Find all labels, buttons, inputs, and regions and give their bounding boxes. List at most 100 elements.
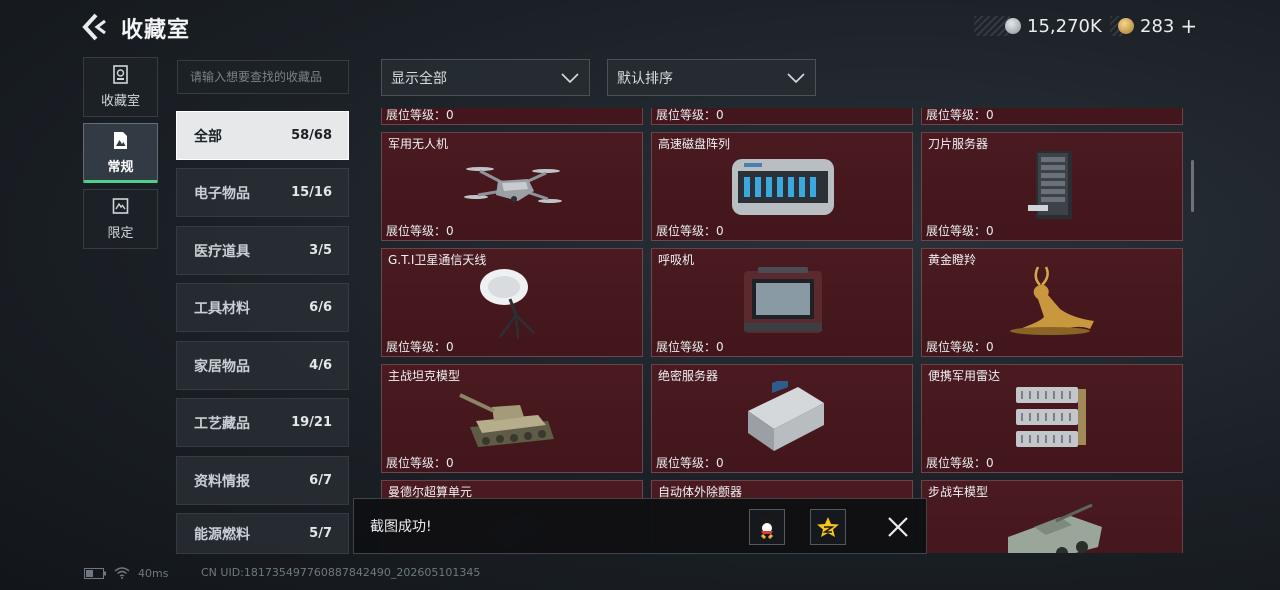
ventilator-icon [744, 267, 822, 333]
collection-grid[interactable]: 展位等级：0 展位等级：0 展位等级：0 军用无人机 展位等级：0 高速磁盘阵列 [380, 108, 1184, 553]
card-level: 展位等级：0 [386, 340, 454, 354]
collection-card[interactable]: 便携军用雷达 展位等级：0 [921, 364, 1183, 473]
collection-card[interactable]: 军用无人机 展位等级：0 [381, 132, 643, 241]
chevron-down-icon [787, 72, 805, 83]
card-name: 刀片服务器 [928, 137, 989, 151]
silver-coin-icon [1005, 18, 1021, 34]
category-count: 6/6 [309, 300, 332, 315]
category-crafts[interactable]: 工艺藏品 19/21 [176, 398, 349, 447]
qq-icon [760, 517, 774, 539]
mode-tab-regular[interactable]: 常规 [83, 123, 158, 183]
collection-card[interactable]: G.T.I卫星通信天线 展位等级：0 [381, 248, 643, 357]
gold-currency[interactable]: 283 + [1118, 14, 1197, 38]
tank-model-icon [459, 393, 554, 447]
category-intel[interactable]: 资料情报 6/7 [176, 456, 349, 505]
card-level: 展位等级：0 [386, 456, 454, 470]
collection-card[interactable]: 刀片服务器 展位等级：0 [921, 132, 1183, 241]
display-filter-value: 显示全部 [391, 70, 447, 87]
category-count: 3/5 [309, 243, 332, 258]
card-level: 展位等级：0 [386, 224, 454, 238]
collection-icon [113, 65, 128, 84]
collection-card[interactable]: 展位等级：0 [381, 108, 643, 125]
collection-card[interactable]: 高速磁盘阵列 展位等级：0 [651, 132, 913, 241]
silver-currency-value: 15,270K [1027, 15, 1102, 37]
disk-array-icon [732, 159, 834, 215]
card-name: 便携军用雷达 [928, 369, 1001, 383]
regular-icon [114, 132, 127, 149]
gold-gazelle-icon [1010, 266, 1094, 335]
silver-currency: 15,270K [1005, 15, 1102, 37]
category-household[interactable]: 家居物品 4/6 [176, 341, 349, 390]
category-label: 资料情报 [194, 473, 250, 490]
mode-tab-label: 收藏室 [100, 94, 140, 109]
portable-radar-icon [1016, 387, 1086, 447]
category-all[interactable]: 全部 58/68 [176, 111, 349, 160]
card-level: 展位等级：0 [926, 224, 994, 238]
card-name: 高速磁盘阵列 [658, 137, 731, 151]
category-count: 6/7 [309, 473, 332, 488]
search-input[interactable] [177, 60, 349, 94]
mode-tab-label: 限定 [107, 226, 134, 241]
card-level: 展位等级：0 [656, 108, 724, 122]
mode-tab-collection[interactable]: 收藏室 [83, 57, 158, 117]
satellite-antenna-icon [480, 269, 535, 339]
card-level: 展位等级：0 [926, 340, 994, 354]
card-level: 展位等级：0 [656, 340, 724, 354]
category-label: 能源燃料 [194, 526, 250, 543]
collection-card[interactable]: 主战坦克模型 展位等级：0 [381, 364, 643, 473]
card-name: 呼吸机 [658, 253, 695, 267]
card-name: 主战坦克模型 [388, 369, 461, 383]
category-label: 工具材料 [194, 300, 250, 317]
collection-card[interactable]: 步战车模型 展位等级： [921, 480, 1183, 553]
card-level: 展位等级：0 [656, 224, 724, 238]
sort-dropdown[interactable]: 默认排序 [607, 59, 816, 96]
mode-tab-limited[interactable]: 限定 [83, 189, 158, 249]
wifi-icon [114, 567, 130, 579]
category-count: 19/21 [291, 415, 332, 430]
battery-icon [84, 567, 106, 579]
collection-card[interactable]: 黄金瞪羚 展位等级：0 [921, 248, 1183, 357]
back-arrow-icon[interactable] [82, 12, 110, 42]
card-level: 展位等级：0 [386, 108, 454, 122]
ping-value: 40ms [138, 566, 169, 580]
category-count: 4/6 [309, 358, 332, 373]
card-level: 展位等级：0 [926, 108, 994, 122]
card-name: 军用无人机 [388, 137, 449, 151]
add-currency-button[interactable]: + [1180, 14, 1197, 38]
display-filter-dropdown[interactable]: 显示全部 [381, 59, 590, 96]
grid-scrollbar[interactable] [1191, 160, 1194, 212]
collection-card[interactable]: 绝密服务器 展位等级：0 [651, 364, 913, 473]
share-qq-button[interactable] [749, 509, 785, 545]
category-label: 医疗道具 [194, 243, 250, 260]
collection-card[interactable]: 呼吸机 展位等级：0 [651, 248, 913, 357]
qzone-icon [817, 517, 839, 537]
category-label: 全部 [194, 128, 222, 145]
share-qzone-button[interactable] [810, 509, 846, 545]
screenshot-toast: 截图成功! [353, 498, 927, 554]
collection-card[interactable]: 展位等级：0 [921, 108, 1183, 125]
card-name: 黄金瞪羚 [928, 253, 977, 267]
category-energy[interactable]: 能源燃料 5/7 [176, 513, 349, 554]
gold-coin-icon [1118, 18, 1134, 34]
mode-tab-label: 常规 [107, 160, 134, 175]
card-name: 步战车模型 [928, 485, 989, 499]
category-medical[interactable]: 医疗道具 3/5 [176, 226, 349, 275]
ifv-model-icon [1008, 503, 1102, 553]
card-level: 展位等级：0 [656, 456, 724, 470]
chevron-down-icon [561, 72, 579, 83]
blade-server-icon [1028, 151, 1072, 219]
category-label: 电子物品 [194, 185, 250, 202]
collection-card[interactable]: 展位等级：0 [651, 108, 913, 125]
sort-value: 默认排序 [617, 70, 673, 87]
drone-icon [464, 167, 562, 203]
close-icon[interactable] [886, 515, 910, 539]
category-tools[interactable]: 工具材料 6/6 [176, 283, 349, 332]
card-level: 展位等级：0 [926, 456, 994, 470]
secret-server-icon [748, 381, 824, 451]
card-name: 绝密服务器 [658, 369, 719, 383]
category-count: 5/7 [309, 526, 332, 541]
category-electronics[interactable]: 电子物品 15/16 [176, 168, 349, 217]
category-label: 工艺藏品 [194, 415, 250, 432]
page-title: 收藏室 [121, 18, 191, 43]
category-count: 58/68 [291, 128, 332, 143]
